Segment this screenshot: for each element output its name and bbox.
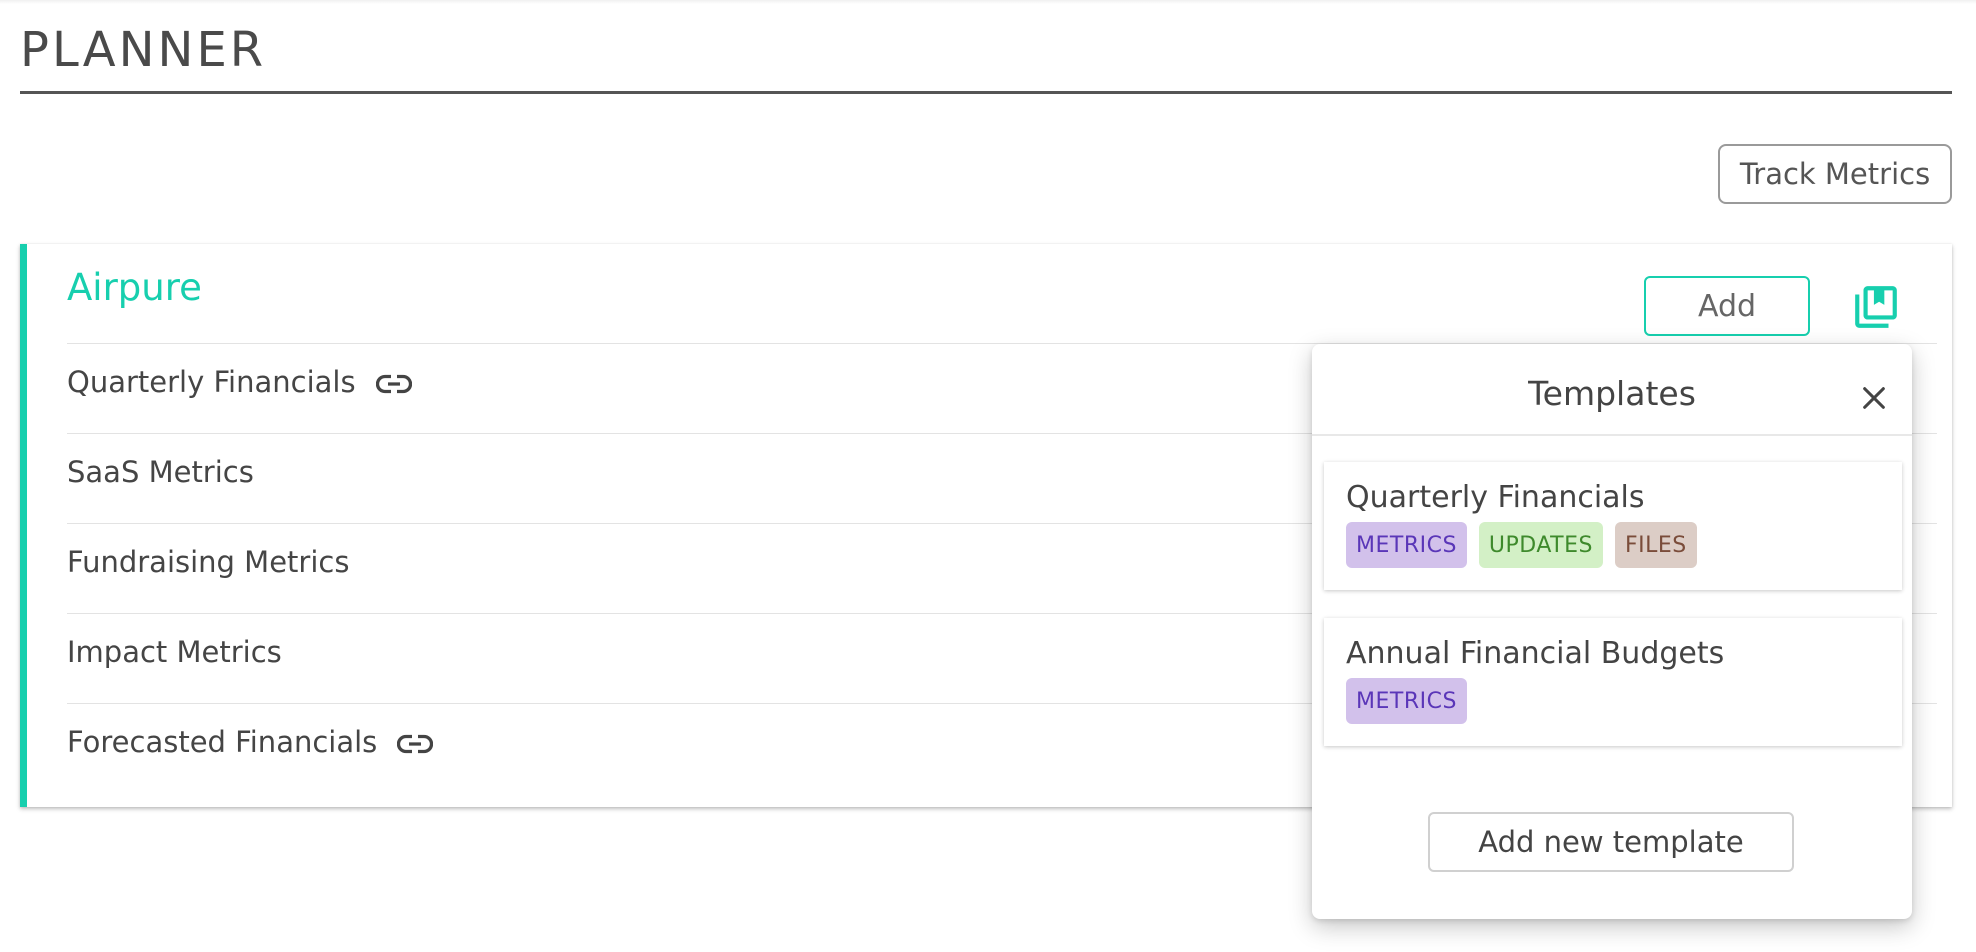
title-divider	[20, 91, 1952, 94]
page-title: PLANNER	[20, 22, 267, 78]
company-name: Airpure	[67, 266, 202, 309]
tag-metrics: METRICS	[1346, 522, 1467, 568]
close-icon[interactable]	[1860, 384, 1888, 412]
metric-label: Fundraising Metrics	[67, 544, 350, 579]
templates-popover: Templates Quarterly Financials METRICS U…	[1312, 344, 1912, 919]
planner-page: PLANNER Track Metrics Airpure Add Quarte…	[0, 0, 1976, 952]
tag-updates: UPDATES	[1478, 522, 1603, 568]
popover-title: Templates	[1528, 374, 1696, 413]
metric-label: Quarterly Financials	[67, 364, 356, 399]
library-books-icon[interactable]	[1851, 282, 1901, 332]
template-card-annual-financial-budgets[interactable]: Annual Financial Budgets METRICS	[1324, 618, 1902, 746]
tag-metrics: METRICS	[1346, 678, 1467, 724]
template-name: Annual Financial Budgets	[1346, 636, 1725, 671]
template-name: Quarterly Financials	[1346, 480, 1645, 515]
link-icon	[375, 374, 412, 393]
metric-label: SaaS Metrics	[67, 454, 254, 489]
metric-label: Forecasted Financials	[67, 724, 378, 759]
add-button[interactable]: Add	[1644, 276, 1810, 336]
template-card-quarterly-financials[interactable]: Quarterly Financials METRICS UPDATES FIL…	[1324, 462, 1902, 590]
link-icon	[397, 734, 434, 753]
tag-files: FILES	[1615, 522, 1697, 568]
metric-label: Impact Metrics	[67, 634, 282, 669]
top-shadow	[0, 0, 1976, 4]
track-metrics-button[interactable]: Track Metrics	[1718, 144, 1952, 204]
template-tags: METRICS UPDATES FILES	[1346, 522, 1697, 568]
popover-header: Templates	[1312, 344, 1912, 436]
add-new-template-button[interactable]: Add new template	[1428, 812, 1794, 872]
template-tags: METRICS	[1346, 678, 1467, 724]
